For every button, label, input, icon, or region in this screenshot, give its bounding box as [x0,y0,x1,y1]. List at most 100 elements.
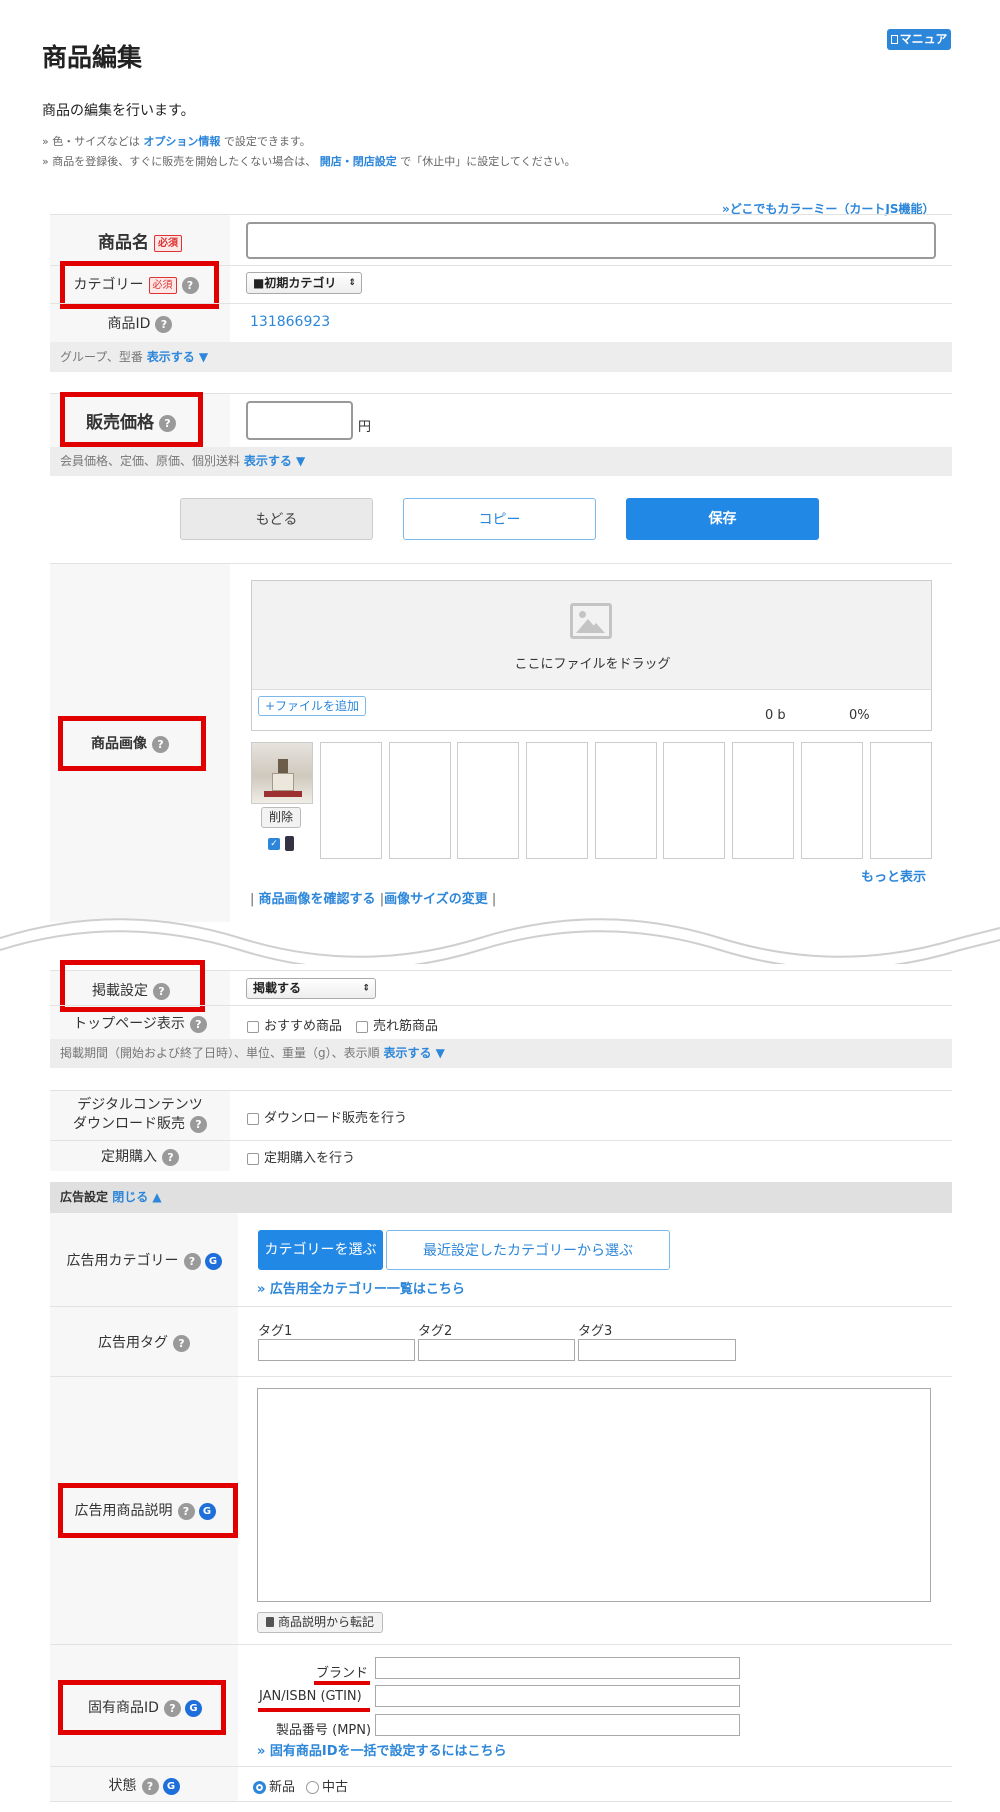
digital-label-line1: デジタルコンテンツ [77,1097,203,1113]
empty-image-slot[interactable] [801,742,863,859]
brand-underline [314,1681,370,1685]
choose-category-button[interactable]: カテゴリーを選ぶ [258,1230,383,1270]
empty-image-slot[interactable] [320,742,382,859]
mobile-icon [285,836,294,851]
help-icon[interactable]: ? [189,1015,207,1033]
download-sale-checkbox[interactable]: ダウンロード販売を行う [247,1107,407,1126]
copy-button[interactable]: コピー [403,498,596,540]
category-select[interactable]: ■初期カテゴリ ⇕ [246,272,362,294]
tag1-label: タグ1 [258,1324,293,1339]
chevron-updown-icon: ⇕ [348,278,356,288]
gtin-input[interactable] [375,1685,740,1707]
help-icon[interactable]: ? [173,1334,190,1352]
gtin-underline [258,1708,370,1712]
drop-text: ここにファイルをドラッグ [514,657,671,672]
bestseller-label: 売れ筋商品 [373,1019,439,1034]
empty-image-slot[interactable] [526,742,588,859]
empty-image-slot[interactable] [732,742,794,859]
group-bar-text: グループ、型番 [60,350,143,364]
google-icon: G [204,1252,222,1270]
bulk-unique-id-link[interactable]: » 固有商品IDを一括で設定するにはこちら [257,1740,507,1759]
price-bar-text: 会員価格、定価、原価、個別送料 [60,454,241,468]
manual-icon [890,35,898,44]
empty-image-slot[interactable] [389,742,451,859]
recommend-checkbox[interactable]: おすすめ商品 [247,1015,342,1034]
price-show-link[interactable]: 表示する ▼ [244,454,305,468]
upload-status-bar: +ファイルを追加 0 b 0% [251,689,932,731]
thumbnail-checkbox[interactable]: ✓ [268,838,280,850]
clipboard-icon [266,1617,274,1627]
page-description: 商品の編集を行います。 [42,103,195,119]
note-store-hours: » 商品を登録後、すぐに販売を開始したくない場合は、 開店・閉店設定 で「休止中… [42,153,576,169]
tag2-input[interactable] [418,1339,575,1361]
digital-label-line2: ダウンロード販売 [73,1116,185,1132]
brand-input[interactable] [375,1657,740,1679]
subscription-label: 定期購入? [50,1146,230,1166]
store-hours-link[interactable]: 開店・閉店設定 [320,155,397,168]
condition-used-radio[interactable]: 中古 [306,1776,348,1795]
tag3-input[interactable] [578,1339,736,1361]
confirm-images-link[interactable]: 商品画像を確認する [259,892,376,907]
ad-category-label: 広告用カテゴリー? G [50,1250,238,1270]
note-option-info: » 色・サイズなどは オプション情報 で設定できます。 [42,133,311,149]
more-images-link[interactable]: もっと表示 [861,866,926,885]
recent-category-button[interactable]: 最近設定したカテゴリーから選ぶ [386,1230,670,1270]
empty-image-slot[interactable] [663,742,725,859]
empty-image-slot[interactable] [595,742,657,859]
price-input[interactable] [246,401,353,440]
note1-suffix: で設定できます。 [220,135,311,148]
product-name-input[interactable] [246,222,936,259]
add-file-button[interactable]: +ファイルを追加 [258,696,367,716]
group-show-link[interactable]: 表示する ▼ [147,350,208,364]
empty-image-slot[interactable] [870,742,932,859]
condition-label: 状態? G [50,1775,238,1795]
help-icon[interactable]: ? [183,1252,201,1270]
mpn-input[interactable] [375,1714,740,1736]
help-icon[interactable]: ? [190,1115,207,1133]
publish-select-value: 掲載する [253,981,302,995]
publish-bar: 掲載期間（開始および終了日時）、単位、重量（g）、表示順 表示する ▼ [50,1039,952,1068]
price-unit: 円 [358,420,372,435]
ads-close-link[interactable]: 閉じる ▲ [112,1190,161,1204]
delete-image-button[interactable]: 削除 [261,807,301,828]
product-id-label: 商品ID? [50,313,230,333]
ad-description-textarea[interactable] [257,1388,931,1602]
publish-show-link[interactable]: 表示する ▼ [383,1046,444,1060]
copy-description-label: 商品説明から転記 [278,1615,375,1629]
tag3-label: タグ3 [578,1324,613,1339]
resize-images-link[interactable]: 画像サイズの変更 [384,892,488,907]
option-info-link[interactable]: オプション情報 [143,135,220,148]
help-icon[interactable]: ? [141,1777,159,1795]
condition-new-radio[interactable]: 新品 [253,1776,295,1795]
copy-description-button[interactable]: 商品説明から転記 [257,1612,384,1633]
tag1-input[interactable] [258,1339,415,1361]
radio-empty-icon [306,1781,319,1794]
ads-section-header: 広告設定 閉じる ▲ [50,1182,952,1213]
product-name-label: 商品名 必須 [50,228,230,253]
back-button[interactable]: もどる [180,498,373,540]
ad-category-text: 広告用カテゴリー [66,1253,179,1269]
gtin-label: JAN/ISBN (GTIN) [259,1689,362,1704]
help-icon[interactable]: ? [155,315,173,333]
publish-select[interactable]: 掲載する ⇕ [246,978,376,999]
condition-new-label: 新品 [269,1780,296,1795]
all-categories-link[interactable]: » 広告用全カテゴリー一覧はこちら [257,1278,465,1297]
radio-selected-icon [253,1781,266,1794]
empty-image-slot[interactable] [457,742,519,859]
google-icon: G [162,1777,180,1795]
category-select-value: ■初期カテゴリ [253,276,337,290]
recommend-label: おすすめ商品 [264,1019,343,1034]
product-thumbnail[interactable] [251,742,313,804]
subscription-checkbox-label: 定期購入を行う [264,1151,356,1166]
note2-suffix: で「休止中」に設定してください。 [396,155,576,168]
separator: | [250,892,255,907]
manual-button[interactable]: マニュアル [887,29,951,67]
help-icon[interactable]: ? [162,1148,179,1166]
highlight-ad-description [58,1483,238,1538]
highlight-category [60,261,219,309]
subscription-checkbox[interactable]: 定期購入を行う [247,1147,355,1166]
upload-progress: 0% [849,708,870,723]
bestseller-checkbox[interactable]: 売れ筋商品 [356,1015,438,1034]
save-button[interactable]: 保存 [626,498,819,540]
condition-used-label: 中古 [322,1780,349,1795]
